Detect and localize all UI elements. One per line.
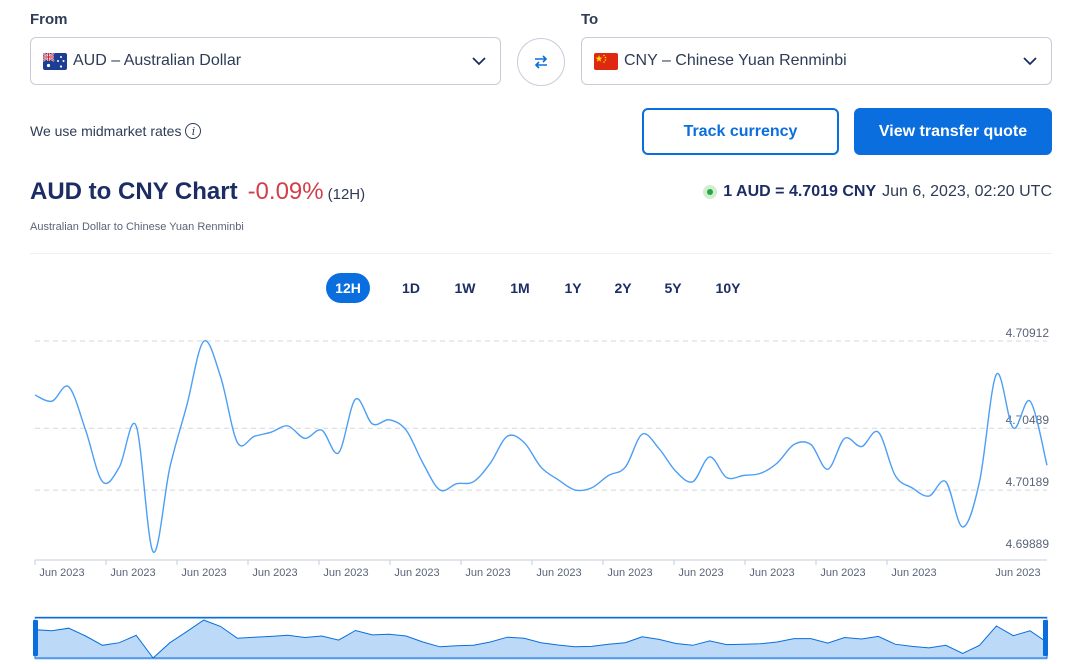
rate-value: 1 AUD = 4.7019 CNY [723, 183, 877, 200]
rate-timestamp: Jun 6, 2023, 02:20 UTC [882, 183, 1052, 200]
swap-arrows-icon [534, 55, 548, 69]
x-tick-label: Jun 2023 [252, 567, 297, 579]
x-tick-label: Jun 2023 [181, 567, 226, 579]
change-period: (12H) [327, 186, 366, 203]
x-tick-label: Jun 2023 [749, 567, 794, 579]
range-tab-1y[interactable]: 1Y [558, 273, 588, 303]
range-tab-12h[interactable]: 12H [326, 273, 370, 303]
navigator-right-handle[interactable] [1043, 620, 1048, 656]
current-rate: 1 AUD = 4.7019 CNY Jun 6, 2023, 02:20 UT… [703, 183, 1052, 201]
range-tab-5y[interactable]: 5Y [658, 273, 688, 303]
x-tick-label: Jun 2023 [607, 567, 652, 579]
y-tick-label: 4.70912 [1006, 326, 1050, 340]
y-tick-label: 4.69889 [1006, 537, 1050, 551]
from-label: From [30, 11, 68, 28]
y-tick-label: 4.70189 [1006, 475, 1050, 489]
x-tick-label: Jun 2023 [678, 567, 723, 579]
track-currency-button[interactable]: Track currency [642, 108, 839, 155]
range-tab-1d[interactable]: 1D [396, 273, 426, 303]
to-currency-value: CNY – Chinese Yuan Renminbi [624, 52, 847, 69]
from-currency-select[interactable]: AUD – Australian Dollar [30, 37, 501, 85]
rate-series-line [34, 340, 1048, 553]
x-tick-label: Jun 2023 [394, 567, 439, 579]
range-navigator[interactable] [33, 616, 1048, 660]
chevron-down-icon [1023, 57, 1037, 66]
navigator-left-handle[interactable] [33, 620, 38, 656]
midmarket-text: We use midmarket rates [30, 123, 182, 139]
x-tick-label: Jun 2023 [110, 567, 155, 579]
x-tick-label: Jun 2023 [995, 567, 1040, 579]
info-icon[interactable]: i [185, 123, 202, 139]
divider [30, 253, 1052, 254]
china-flag-icon [594, 52, 618, 70]
x-tick-label: Jun 2023 [536, 567, 581, 579]
range-tab-2y[interactable]: 2Y [608, 273, 638, 303]
x-tick-label: Jun 2023 [891, 567, 936, 579]
range-tab-1m[interactable]: 1M [503, 273, 537, 303]
x-tick-label: Jun 2023 [323, 567, 368, 579]
australia-flag-icon [43, 52, 67, 70]
rate-chart: 4.709124.704894.701894.69889 Jun 2023 Jun… [33, 326, 1050, 660]
range-tab-1w[interactable]: 1W [448, 273, 482, 303]
view-transfer-quote-button[interactable]: View transfer quote [854, 108, 1052, 155]
chart-title: AUD to CNY Chart [30, 178, 238, 205]
live-status-icon [703, 185, 718, 199]
x-tick-label: Jun 2023 [465, 567, 510, 579]
to-currency-select[interactable]: CNY – Chinese Yuan Renminbi [581, 37, 1052, 85]
midmarket-note: We use midmarket rates i [30, 123, 202, 139]
swap-currencies-button[interactable] [517, 38, 565, 86]
x-tick-label: Jun 2023 [820, 567, 865, 579]
chart-header: AUD to CNY Chart -0.09% (12H) [30, 178, 365, 206]
chevron-down-icon [472, 57, 486, 66]
change-percent: -0.09% [247, 178, 324, 205]
from-currency-value: AUD – Australian Dollar [73, 52, 242, 69]
x-tick-label: Jun 2023 [39, 567, 84, 579]
to-label: To [581, 11, 599, 28]
range-tabs: 12H 1D 1W 1M 1Y 2Y 5Y 10Y [0, 273, 1080, 303]
range-tab-10y[interactable]: 10Y [710, 273, 746, 303]
chart-subtitle: Australian Dollar to Chinese Yuan Renmin… [30, 221, 244, 233]
